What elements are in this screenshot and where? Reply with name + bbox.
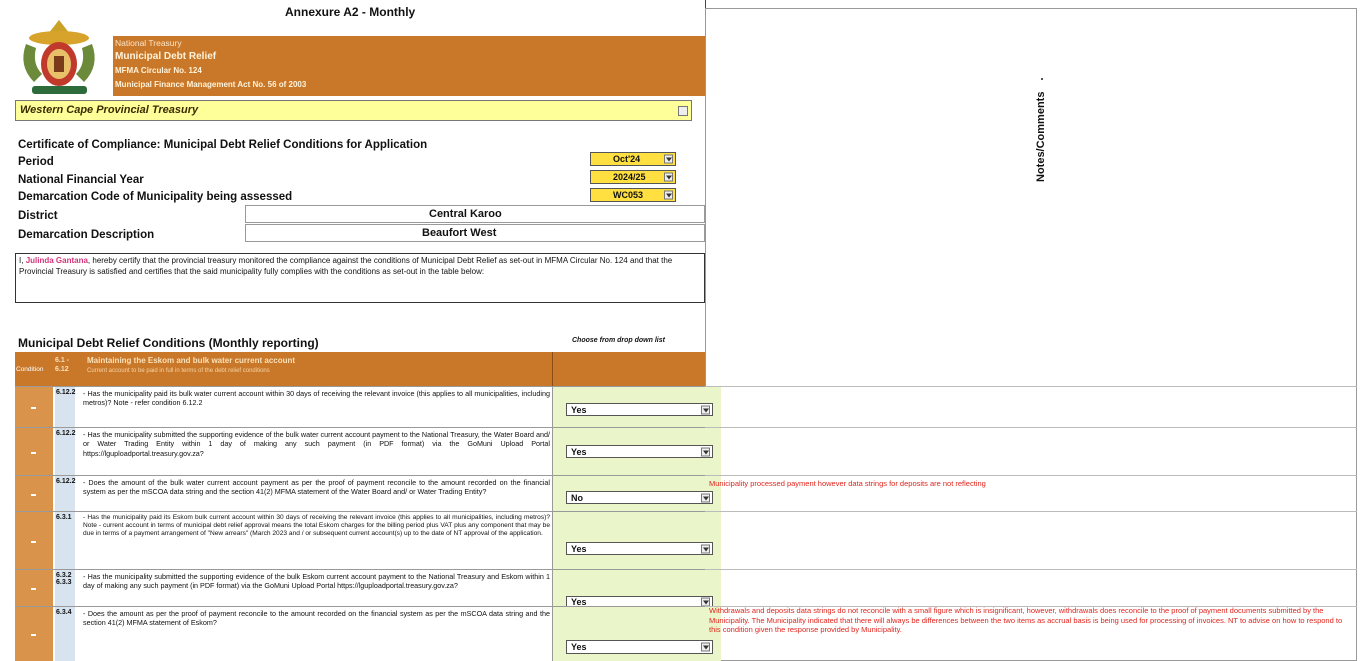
row-note: Withdrawals and deposits data strings do… xyxy=(709,606,1343,634)
table-row: 6.12.2 - Has the municipality paid its b… xyxy=(15,386,721,427)
row-marker xyxy=(15,387,53,427)
annex-title: Annexure A2 - Monthly xyxy=(285,5,416,19)
circular-label: MFMA Circular No. 124 xyxy=(115,66,202,75)
row-marker xyxy=(15,570,53,606)
answer-cell: Yes xyxy=(552,387,721,427)
district-value: Central Karoo xyxy=(429,208,502,220)
row-ref: 6.3.1 xyxy=(55,512,75,569)
chevron-down-icon[interactable] xyxy=(701,493,710,502)
answer-cell: Yes xyxy=(552,570,721,607)
answer-select[interactable]: Yes xyxy=(566,445,713,458)
header-text: Maintaining the Eskom and bulk water cur… xyxy=(87,356,296,365)
certificate-title: Certificate of Compliance: Municipal Deb… xyxy=(18,139,428,151)
certifier-name: Julinda Gantana xyxy=(25,256,88,265)
demarcation-desc-field: Beaufort West xyxy=(245,224,705,242)
answer-cell: Yes xyxy=(552,607,721,661)
answer-select[interactable]: No xyxy=(566,491,713,504)
table-row: 6.12.2 - Does the amount of the bulk wat… xyxy=(15,475,721,511)
header-divider-vertical xyxy=(552,352,553,386)
notes-row-divider xyxy=(705,386,1357,387)
answer-value: Yes xyxy=(571,447,587,457)
choose-hint: Choose from drop down list xyxy=(572,337,665,344)
row-marker xyxy=(15,512,53,569)
answer-cell: Yes xyxy=(552,428,721,475)
row-text: - Does the amount of the bulk water curr… xyxy=(83,478,550,497)
answer-value: Yes xyxy=(571,642,587,652)
row-marker xyxy=(15,607,53,661)
conditions-header: Condition 6.1 - 6.12 Maintaining the Esk… xyxy=(15,352,705,386)
chevron-down-icon[interactable] xyxy=(701,597,710,606)
chevron-down-icon[interactable] xyxy=(664,154,673,164)
answer-select[interactable]: Yes xyxy=(566,542,713,555)
statement-box: I, Julinda Gantana, hereby certify that … xyxy=(15,253,705,303)
table-row: 6.12.2 - Has the municipality submitted … xyxy=(15,427,721,475)
notes-row-divider xyxy=(705,427,1357,428)
relief-title: Municipal Debt Relief xyxy=(115,51,217,62)
row-text: - Does the amount as per the proof of pa… xyxy=(83,609,550,628)
notes-row-divider xyxy=(705,606,1357,607)
table-row: 6.3.1 - Has the municipality paid its Es… xyxy=(15,511,721,569)
notes-row-divider xyxy=(705,569,1357,570)
chevron-down-icon[interactable] xyxy=(701,642,710,652)
row-marker xyxy=(15,476,53,511)
org-label: National Treasury xyxy=(115,38,182,48)
answer-cell: Yes xyxy=(552,512,721,569)
answer-cell: No xyxy=(552,476,721,511)
demarcation-code-label: Demarcation Code of Municipality being a… xyxy=(18,191,293,203)
notes-dot xyxy=(1041,78,1043,80)
row-ref: 6.12.2 xyxy=(55,428,75,475)
demarcation-code-select[interactable]: WC053 xyxy=(590,188,676,202)
fin-year-label: National Financial Year xyxy=(18,174,144,186)
notes-comments-label: Notes/Comments xyxy=(1035,91,1047,182)
chevron-down-icon[interactable] xyxy=(664,172,673,182)
province-select[interactable]: Western Cape Provincial Treasury xyxy=(15,100,692,121)
chevron-down-icon[interactable] xyxy=(701,447,710,456)
answer-value: Yes xyxy=(571,405,587,415)
notes-row-divider xyxy=(705,511,1357,512)
act-label: Municipal Finance Management Act No. 56 … xyxy=(115,80,307,89)
row-text: - Has the municipality paid its Eskom bu… xyxy=(83,514,550,538)
fin-year-value: 2024/25 xyxy=(613,172,646,182)
period-select[interactable]: Oct'24 xyxy=(590,152,676,166)
demarcation-desc-value: Beaufort West xyxy=(422,227,497,239)
header-sub: Current account to be paid in full in te… xyxy=(87,368,270,374)
row-text: - Has the municipality submitted the sup… xyxy=(83,572,550,591)
row-text: - Has the municipality submitted the sup… xyxy=(83,430,550,458)
table-row: 6.3.4 - Does the amount as per the proof… xyxy=(15,606,721,661)
district-field: Central Karoo xyxy=(245,205,705,223)
row-ref: 6.3.4 xyxy=(55,607,75,661)
fin-year-select[interactable]: 2024/25 xyxy=(590,170,676,184)
answer-select[interactable]: Yes xyxy=(566,640,713,654)
row-note: Municipality processed payment however d… xyxy=(709,479,986,488)
chevron-down-icon[interactable] xyxy=(678,106,688,116)
row-ref: 6.3.2 6.3.3 xyxy=(55,570,75,606)
district-label: District xyxy=(18,210,58,222)
answer-value: No xyxy=(571,493,583,503)
statement-text: , hereby certify that the provincial tre… xyxy=(19,256,673,276)
row-ref: 6.12.2 xyxy=(55,387,75,427)
row-marker xyxy=(15,428,53,475)
answer-select[interactable]: Yes xyxy=(566,403,713,416)
demarcation-code-value: WC053 xyxy=(613,190,644,200)
statement-prefix: I, xyxy=(19,256,24,265)
treasury-header-block: National Treasury Municipal Debt Relief … xyxy=(113,36,705,96)
conditions-title: Municipal Debt Relief Conditions (Monthl… xyxy=(18,336,319,350)
notes-panel-border xyxy=(705,8,1357,661)
row-ref: 6.12.2 xyxy=(55,476,75,511)
period-value: Oct'24 xyxy=(613,154,641,164)
demarcation-desc-label: Demarcation Description xyxy=(18,229,155,241)
row-text: - Has the municipality paid its bulk wat… xyxy=(83,389,550,408)
notes-row-divider xyxy=(705,475,1357,476)
coat-of-arms-logo xyxy=(12,16,107,100)
chevron-down-icon[interactable] xyxy=(701,405,710,414)
province-value: Western Cape Provincial Treasury xyxy=(20,104,199,116)
chevron-down-icon[interactable] xyxy=(664,190,673,200)
period-label: Period xyxy=(18,156,54,168)
header-ref: 6.1 - 6.12 xyxy=(55,357,70,373)
table-row: 6.3.2 6.3.3 - Has the municipality submi… xyxy=(15,569,721,607)
answer-value: Yes xyxy=(571,544,587,554)
chevron-down-icon[interactable] xyxy=(701,544,710,553)
header-condition-label: Condition xyxy=(16,366,44,373)
